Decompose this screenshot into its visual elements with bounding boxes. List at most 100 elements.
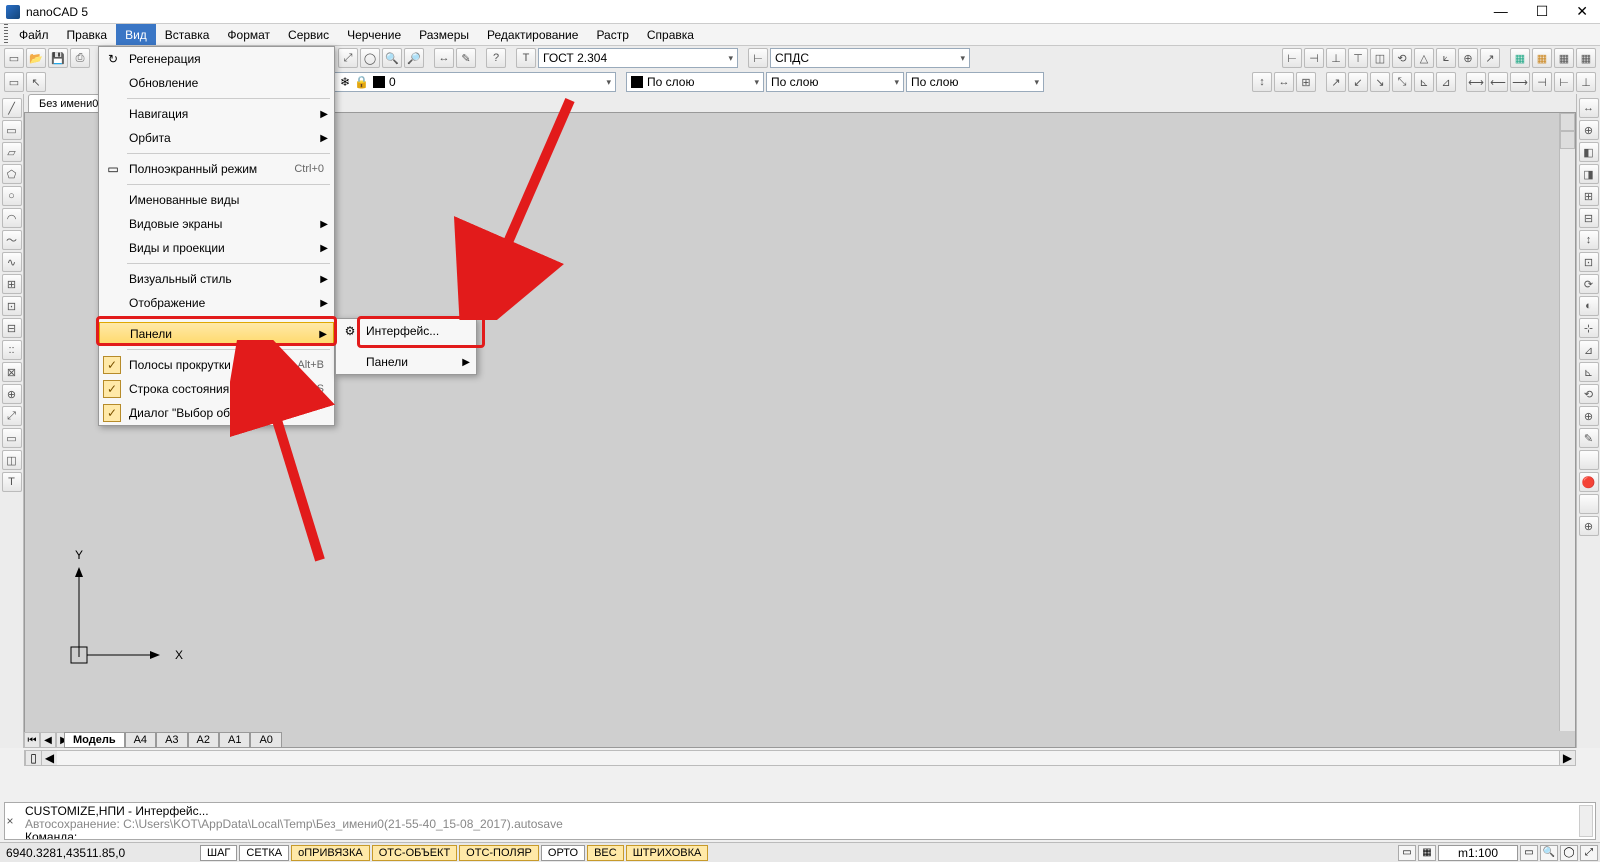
menu-item-3[interactable]: Навигация▶: [99, 102, 334, 126]
dim-7-button[interactable]: △: [1414, 48, 1434, 68]
edit-tool-13[interactable]: ⟲: [1579, 384, 1599, 404]
draw-tool-8[interactable]: ⊞: [2, 274, 22, 294]
menu-редактирование[interactable]: Редактирование: [478, 24, 587, 45]
submenu-item-2[interactable]: Панели▶: [336, 350, 476, 374]
style-dropdown[interactable]: СПДС: [770, 48, 970, 68]
hscroll-left-button[interactable]: ◀: [41, 751, 57, 765]
menu-item-17[interactable]: ✓Полосы прокруткиAlt+B: [99, 353, 334, 377]
menu-сервис[interactable]: Сервис: [279, 24, 338, 45]
menu-item-15[interactable]: Панели▶: [99, 322, 334, 346]
menu-вид[interactable]: Вид: [116, 24, 156, 45]
status-toggle-ОТС-ОБЪЕКТ[interactable]: ОТС-ОБЪЕКТ: [372, 845, 457, 861]
dim-5-button[interactable]: ◫: [1370, 48, 1390, 68]
menu-справка[interactable]: Справка: [638, 24, 703, 45]
edit-tool-9[interactable]: ◐: [1579, 296, 1599, 316]
dim-6-button[interactable]: ⟲: [1392, 48, 1412, 68]
print-button[interactable]: ⎙: [70, 48, 90, 68]
mod-2-button[interactable]: ↔: [1274, 72, 1294, 92]
mod-12-button[interactable]: ⟶: [1510, 72, 1530, 92]
draw-tool-9[interactable]: ⊡: [2, 296, 22, 316]
mod-3-button[interactable]: ⊞: [1296, 72, 1316, 92]
layout-split-button[interactable]: ▯: [25, 751, 41, 765]
mod-11-button[interactable]: ⟵: [1488, 72, 1508, 92]
mod-1-button[interactable]: ↕: [1252, 72, 1272, 92]
dim-3-button[interactable]: ⊥: [1326, 48, 1346, 68]
edit-tool-16[interactable]: [1579, 450, 1599, 470]
dim-4-button[interactable]: ⊤: [1348, 48, 1368, 68]
menu-правка[interactable]: Правка: [58, 24, 117, 45]
edit-tool-12[interactable]: ⊾: [1579, 362, 1599, 382]
lineweight-dropdown[interactable]: По слою: [766, 72, 904, 92]
draw-tool-0[interactable]: ╱: [2, 98, 22, 118]
status-toggle-ОРТО[interactable]: ОРТО: [541, 845, 585, 861]
draw-tool-2[interactable]: ▱: [2, 142, 22, 162]
edit-tool-7[interactable]: ⊡: [1579, 252, 1599, 272]
command-close-icon[interactable]: ×: [4, 815, 17, 828]
edit-tool-4[interactable]: ⊞: [1579, 186, 1599, 206]
hatch-1-button[interactable]: ▦: [1510, 48, 1530, 68]
draw-tool-13[interactable]: ⊕: [2, 384, 22, 404]
edit-tool-18[interactable]: [1579, 494, 1599, 514]
draw-tool-10[interactable]: ⊟: [2, 318, 22, 338]
zoom-extents-button[interactable]: ⤢: [338, 48, 358, 68]
save-button[interactable]: 💾: [48, 48, 68, 68]
menu-item-1[interactable]: Обновление: [99, 71, 334, 95]
menu-файл[interactable]: Файл: [10, 24, 58, 45]
mod-6-button[interactable]: ↘: [1370, 72, 1390, 92]
menu-формат[interactable]: Формат: [218, 24, 279, 45]
status-btn-5[interactable]: ◯: [1560, 845, 1578, 861]
linetype-dropdown[interactable]: По слою: [906, 72, 1044, 92]
font-dropdown[interactable]: ГОСТ 2.304: [538, 48, 738, 68]
edit-tool-14[interactable]: ⊕: [1579, 406, 1599, 426]
edit-tool-19[interactable]: ⊕: [1579, 516, 1599, 536]
edit-tool-8[interactable]: ⟳: [1579, 274, 1599, 294]
status-btn-2[interactable]: ▦: [1418, 845, 1436, 861]
new-file-button[interactable]: ▭: [4, 48, 24, 68]
scroll-prev-button[interactable]: ◀: [40, 732, 56, 748]
edit-tool-10[interactable]: ⊹: [1579, 318, 1599, 338]
draw-tool-15[interactable]: ▭: [2, 428, 22, 448]
status-toggle-ВЕС[interactable]: ВЕС: [587, 845, 624, 861]
command-window[interactable]: × CUSTOMIZE,НПИ - Интерфейс... Автосохра…: [4, 802, 1596, 840]
menu-item-13[interactable]: Отображение▶: [99, 291, 334, 315]
draw-tool-16[interactable]: ◫: [2, 450, 22, 470]
layout-tab-А1[interactable]: А1: [219, 732, 250, 748]
edit-tool-2[interactable]: ◧: [1579, 142, 1599, 162]
draw-tool-14[interactable]: ⤢: [2, 406, 22, 426]
status-btn-4[interactable]: 🔍: [1540, 845, 1558, 861]
dim-style-button[interactable]: ⊢: [748, 48, 768, 68]
open-file-button[interactable]: 📂: [26, 48, 46, 68]
edit-button[interactable]: ✎: [456, 48, 476, 68]
edit-tool-17[interactable]: 🔴: [1579, 472, 1599, 492]
menu-item-9[interactable]: Видовые экраны▶: [99, 212, 334, 236]
draw-tool-17[interactable]: T: [2, 472, 22, 492]
draw-tool-3[interactable]: ⬠: [2, 164, 22, 184]
zoom-out-button[interactable]: 🔎: [404, 48, 424, 68]
mod-14-button[interactable]: ⊢: [1554, 72, 1574, 92]
dim-2-button[interactable]: ⊣: [1304, 48, 1324, 68]
mod-15-button[interactable]: ⊥: [1576, 72, 1596, 92]
horizontal-scrollbar[interactable]: [57, 751, 1559, 765]
dim-9-button[interactable]: ⊕: [1458, 48, 1478, 68]
draw-tool-12[interactable]: ⊠: [2, 362, 22, 382]
status-toggle-оПРИВЯЗКА[interactable]: оПРИВЯЗКА: [291, 845, 370, 861]
edit-tool-0[interactable]: ↔: [1579, 98, 1599, 118]
draw-tool-7[interactable]: ∿: [2, 252, 22, 272]
menu-item-6[interactable]: ▭Полноэкранный режимCtrl+0: [99, 157, 334, 181]
status-btn-3[interactable]: ▭: [1520, 845, 1538, 861]
status-btn-1[interactable]: ▭: [1398, 845, 1416, 861]
select-button[interactable]: ▭: [4, 72, 24, 92]
command-scrollbar[interactable]: [1579, 805, 1593, 837]
edit-tool-5[interactable]: ⊟: [1579, 208, 1599, 228]
mod-4-button[interactable]: ↗: [1326, 72, 1346, 92]
mod-8-button[interactable]: ⊾: [1414, 72, 1434, 92]
hatch-3-button[interactable]: ▦: [1554, 48, 1574, 68]
scroll-first-button[interactable]: ⏮: [24, 732, 40, 748]
draw-tool-11[interactable]: ::: [2, 340, 22, 360]
dim-10-button[interactable]: ↗: [1480, 48, 1500, 68]
submenu-item-0[interactable]: ⚙Интерфейс...: [336, 319, 476, 343]
edit-tool-15[interactable]: ✎: [1579, 428, 1599, 448]
menu-item-8[interactable]: Именованные виды: [99, 188, 334, 212]
status-toggle-ОТС-ПОЛЯР[interactable]: ОТС-ПОЛЯР: [459, 845, 539, 861]
layer-dropdown[interactable]: 💡❄🔒 0: [316, 72, 616, 92]
